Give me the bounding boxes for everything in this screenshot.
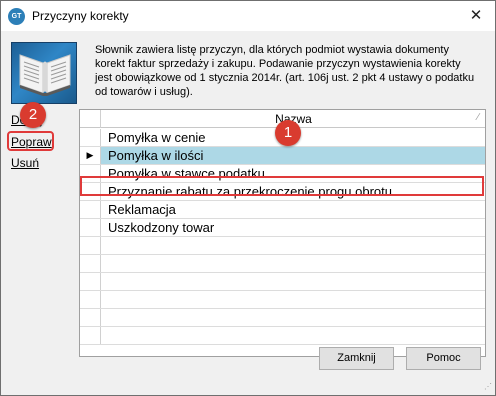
app-logo-icon: GT bbox=[8, 8, 25, 25]
row-name-cell: Reklamacja bbox=[108, 202, 176, 217]
row-name-cell: Pomyłka w cenie bbox=[108, 130, 206, 145]
dialog-body: Dodaj Popraw Usuń Słownik zawiera listę … bbox=[1, 31, 495, 395]
resize-grip-icon[interactable]: ⋰ bbox=[482, 382, 492, 392]
row-indicator-cell bbox=[80, 291, 101, 308]
grid-body: Pomyłka w cenie ▶ Pomyłka w ilości Pomyłka … bbox=[80, 129, 485, 345]
table-row[interactable] bbox=[80, 255, 485, 273]
row-indicator-cell bbox=[80, 255, 101, 272]
book-icon bbox=[11, 42, 77, 104]
annotation-badge-2: 2 bbox=[20, 102, 46, 128]
title-bar: GT Przyczyny korekty ✕ bbox=[1, 1, 495, 31]
table-row[interactable]: ▶ Pomyłka w ilości bbox=[80, 147, 485, 165]
row-indicator-cell bbox=[80, 201, 101, 218]
table-row[interactable] bbox=[80, 327, 485, 345]
close-button[interactable]: Zamknij bbox=[319, 347, 394, 370]
row-indicator-cell bbox=[80, 309, 101, 326]
close-icon[interactable]: ✕ bbox=[465, 5, 487, 27]
row-name-cell: Pomyłka w ilości bbox=[108, 148, 204, 163]
table-row[interactable] bbox=[80, 291, 485, 309]
table-row[interactable] bbox=[80, 273, 485, 291]
selected-row-highlight bbox=[80, 176, 484, 196]
table-row[interactable] bbox=[80, 237, 485, 255]
row-name-cell: Uszkodzony towar bbox=[108, 220, 215, 235]
dialog-window: GT Przyczyny korekty ✕ Popraw Usuń Słown… bbox=[0, 0, 496, 396]
row-indicator-cell bbox=[80, 273, 101, 290]
help-button[interactable]: Pomoc bbox=[406, 347, 481, 370]
window-title: Przyczyny korekty bbox=[32, 9, 129, 23]
table-row[interactable]: Uszkodzony towar bbox=[80, 219, 485, 237]
delete-link[interactable]: Usuń bbox=[11, 156, 39, 170]
row-indicator-cell bbox=[80, 129, 101, 146]
table-row[interactable]: Reklamacja bbox=[80, 201, 485, 219]
header-indicator-cell bbox=[80, 110, 101, 128]
row-indicator-cell bbox=[80, 219, 101, 236]
row-indicator-cell bbox=[80, 327, 101, 344]
current-row-arrow-icon: ▶ bbox=[80, 147, 101, 164]
edit-link-highlight bbox=[7, 131, 54, 151]
sort-icon: ∕ bbox=[477, 112, 479, 123]
annotation-badge-1: 1 bbox=[275, 120, 301, 146]
dictionary-description: Słownik zawiera listę przyczyn, dla któr… bbox=[95, 44, 475, 98]
table-row[interactable] bbox=[80, 309, 485, 327]
reasons-grid[interactable]: Nazwa ∕ Pomyłka w cenie ▶ Pomyłka w ilości… bbox=[79, 109, 486, 357]
row-indicator-cell bbox=[80, 237, 101, 254]
